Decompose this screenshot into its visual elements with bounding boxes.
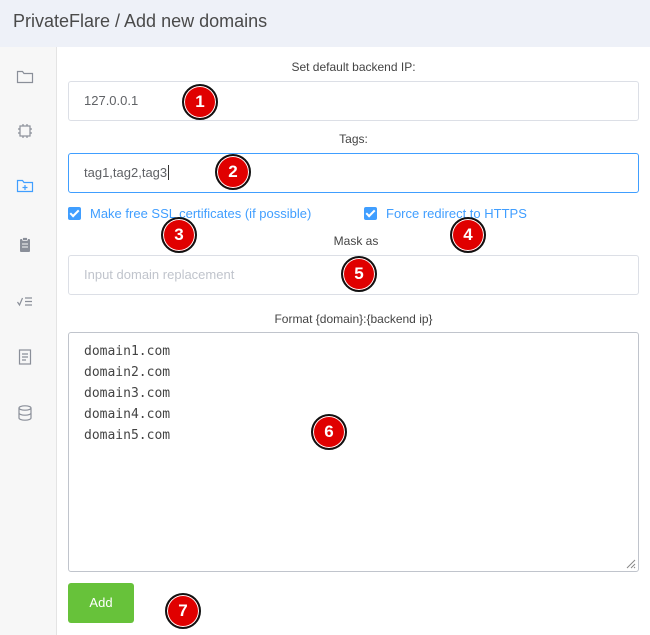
resize-grip-icon[interactable] <box>624 557 636 569</box>
ssl-checkbox-box[interactable] <box>68 207 81 220</box>
add-button[interactable]: Add <box>68 583 134 623</box>
backend-ip-value: 127.0.0.1 <box>84 93 139 108</box>
chip-icon[interactable] <box>16 122 34 140</box>
tags-value: tag1,tag2,tag3 <box>84 165 168 180</box>
tags-label: Tags: <box>339 132 368 146</box>
annotation-badge-1: 1 <box>182 84 218 120</box>
folder-icon[interactable] <box>16 68 34 86</box>
folder-plus-icon[interactable] <box>16 177 34 195</box>
checklist-icon[interactable] <box>16 292 34 310</box>
clipboard-icon[interactable] <box>16 236 34 254</box>
domain-line: domain2.com <box>84 365 171 380</box>
app-header: PrivateFlare / Add new domains <box>0 0 650 47</box>
redirect-checkbox-box[interactable] <box>364 207 377 220</box>
redirect-checkbox-label[interactable]: Force redirect to HTTPS <box>386 206 527 221</box>
domain-line: domain1.com <box>84 344 171 359</box>
domain-line: domain4.com <box>84 407 171 422</box>
document-icon[interactable] <box>16 348 34 366</box>
mask-label: Mask as <box>333 234 379 248</box>
backend-ip-label: Set default backend IP: <box>291 60 416 74</box>
sidebar <box>0 47 57 635</box>
domain-line: domain5.com <box>84 428 171 443</box>
backend-ip-input[interactable]: 127.0.0.1 <box>68 81 639 121</box>
format-label: Format {domain}:{backend ip} <box>274 312 433 326</box>
annotation-badge-7: 7 <box>165 593 201 629</box>
annotation-badge-6: 6 <box>311 414 347 450</box>
annotation-badge-4: 4 <box>450 217 486 253</box>
ssl-checkbox[interactable]: Make free SSL certificates (if possible) <box>68 206 311 221</box>
text-caret <box>168 165 170 180</box>
ssl-checkbox-label[interactable]: Make free SSL certificates (if possible) <box>90 206 311 221</box>
annotation-badge-5: 5 <box>341 256 377 292</box>
annotation-badge-2: 2 <box>215 154 251 190</box>
page-title: PrivateFlare / Add new domains <box>13 11 268 31</box>
add-domains-form: Set default backend IP: 127.0.0.1 Tags: … <box>57 47 650 635</box>
redirect-https-checkbox[interactable]: Force redirect to HTTPS <box>364 206 527 221</box>
domains-textarea[interactable]: domain1.com domain2.com domain3.com doma… <box>68 332 639 572</box>
domain-line: domain3.com <box>84 386 171 401</box>
annotation-badge-3: 3 <box>161 217 197 253</box>
tags-input[interactable]: tag1,tag2,tag3 <box>68 153 639 193</box>
mask-placeholder: Input domain replacement <box>84 267 235 282</box>
database-icon[interactable] <box>16 404 34 422</box>
